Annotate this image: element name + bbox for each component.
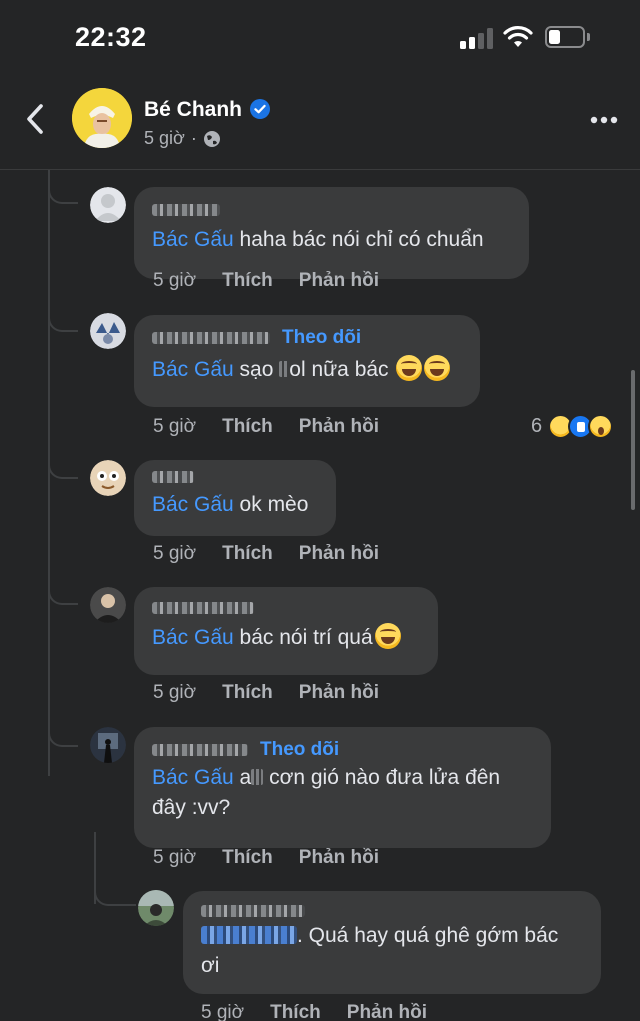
wow-reaction-icon xyxy=(588,414,614,439)
clock: 22:32 xyxy=(75,22,147,52)
comment-bubble: Bác Gấu ok mèo xyxy=(134,460,336,536)
joy-emoji-icon xyxy=(374,623,401,649)
mention-link[interactable]: Bác Gấu xyxy=(152,358,234,381)
like-button[interactable]: Thích xyxy=(222,270,273,292)
reply-button[interactable]: Phản hồi xyxy=(299,416,379,438)
comment-text: Bác Gấu haha bác nói chỉ có chuẩn xyxy=(152,228,484,251)
comment-time: 5 giờ xyxy=(153,847,197,868)
thread-connector xyxy=(48,182,78,204)
author-name-blurred[interactable] xyxy=(152,332,270,344)
comment-actions: 5 giờ Thích Phản hồi xyxy=(153,847,379,869)
comment-bubble: Bác Gấu haha bác nói chỉ có chuẩn xyxy=(134,187,529,279)
rofl-emoji-icon xyxy=(396,355,423,381)
reaction-count: 6 xyxy=(531,415,543,437)
comment-actions: 5 giờ Thích Phản hồi xyxy=(153,682,379,704)
comment-time: 5 giờ xyxy=(153,543,197,564)
author-name-blurred[interactable] xyxy=(152,204,220,216)
comment-text: . Quá hay quá ghê gớm bác ơi xyxy=(201,924,559,977)
comment-bubble: Theo dõi Bác Gấu sạo ol nữa bác xyxy=(134,315,480,407)
back-arrow-icon[interactable] xyxy=(22,102,48,136)
comment-time: 5 giờ xyxy=(153,416,197,437)
cellular-signal-icon xyxy=(460,27,494,49)
comment-actions: 5 giờ Thích Phản hồi xyxy=(153,270,379,292)
comment-text: Bác Gấu sạo ol nữa bác xyxy=(152,355,462,385)
comment-text: Bác Gấu a cơn gió nào đưa lửa đên đây :vv… xyxy=(152,766,501,819)
page-avatar[interactable] xyxy=(72,88,132,148)
reply-button[interactable]: Phản hồi xyxy=(299,543,379,565)
reaction-summary[interactable]: 6 xyxy=(531,414,614,439)
scrollbar[interactable] xyxy=(631,370,635,510)
like-button[interactable]: Thích xyxy=(222,416,273,438)
comment-bubble: . Quá hay quá ghê gớm bác ơi xyxy=(183,891,601,994)
avatar[interactable] xyxy=(90,727,126,763)
comment-actions: 5 giờ Thích Phản hồi xyxy=(153,543,379,565)
wifi-icon xyxy=(503,26,533,47)
comment-bubble: Bác Gấu bác nói trí quá xyxy=(134,587,438,675)
mention-link[interactable]: Bác Gấu xyxy=(152,228,234,251)
avatar[interactable] xyxy=(90,313,126,349)
status-bar: 22:32 xyxy=(0,0,640,80)
reply-button[interactable]: Phản hồi xyxy=(347,1002,427,1021)
thread-connector xyxy=(48,457,78,479)
thread-connector xyxy=(48,725,78,747)
more-options-icon[interactable] xyxy=(590,116,618,124)
author-name-blurred[interactable] xyxy=(152,602,254,614)
reply-button[interactable]: Phản hồi xyxy=(299,682,379,704)
follow-button[interactable]: Theo dõi xyxy=(282,327,361,349)
author-name-blurred[interactable] xyxy=(152,471,194,483)
mention-link[interactable]: Bác Gấu xyxy=(152,626,234,649)
post-time: 5 giờ xyxy=(144,128,185,148)
avatar[interactable] xyxy=(90,587,126,623)
like-button[interactable]: Thích xyxy=(222,847,273,869)
comment-time: 5 giờ xyxy=(201,1002,245,1021)
avatar[interactable] xyxy=(90,460,126,496)
like-button[interactable]: Thích xyxy=(222,682,273,704)
thread-connector xyxy=(48,583,78,605)
redacted-text xyxy=(279,361,290,377)
avatar[interactable] xyxy=(138,890,174,926)
mention-link[interactable]: Bác Gấu xyxy=(152,766,234,789)
meta-separator: · xyxy=(190,128,197,148)
author-name-blurred[interactable] xyxy=(201,905,305,917)
page-name[interactable]: Bé Chanh xyxy=(144,98,242,122)
reply-button[interactable]: Phản hồi xyxy=(299,847,379,869)
mention-link-blurred[interactable] xyxy=(201,926,297,944)
rofl-emoji-icon xyxy=(424,355,451,381)
post-header: Bé Chanh 5 giờ · xyxy=(0,80,640,170)
mention-link[interactable]: Bác Gấu xyxy=(152,493,234,516)
battery-icon xyxy=(545,26,591,50)
globe-icon xyxy=(203,130,220,147)
verified-badge-icon xyxy=(250,99,270,119)
thread-connector xyxy=(94,884,136,906)
avatar[interactable] xyxy=(90,187,126,223)
comment-text: Bác Gấu ok mèo xyxy=(152,493,309,516)
like-button[interactable]: Thích xyxy=(270,1002,321,1021)
comment-thread: Bác Gấu haha bác nói chỉ có chuẩn 5 giờ … xyxy=(0,170,640,1021)
author-name-blurred[interactable] xyxy=(152,744,248,756)
reply-button[interactable]: Phản hồi xyxy=(299,270,379,292)
comment-text: Bác Gấu bác nói trí quá xyxy=(152,623,420,653)
redacted-text xyxy=(251,769,264,785)
follow-button[interactable]: Theo dõi xyxy=(260,739,339,761)
comment-actions: 5 giờ Thích Phản hồi xyxy=(201,1002,427,1021)
post-meta: 5 giờ · xyxy=(144,128,221,149)
thread-connector xyxy=(48,310,78,332)
comment-bubble: Theo dõi Bác Gấu a cơn gió nào đưa lửa đ… xyxy=(134,727,551,848)
comment-time: 5 giờ xyxy=(153,682,197,703)
comment-time: 5 giờ xyxy=(153,270,197,291)
like-button[interactable]: Thích xyxy=(222,543,273,565)
comment-actions: 5 giờ Thích Phản hồi xyxy=(153,416,379,438)
